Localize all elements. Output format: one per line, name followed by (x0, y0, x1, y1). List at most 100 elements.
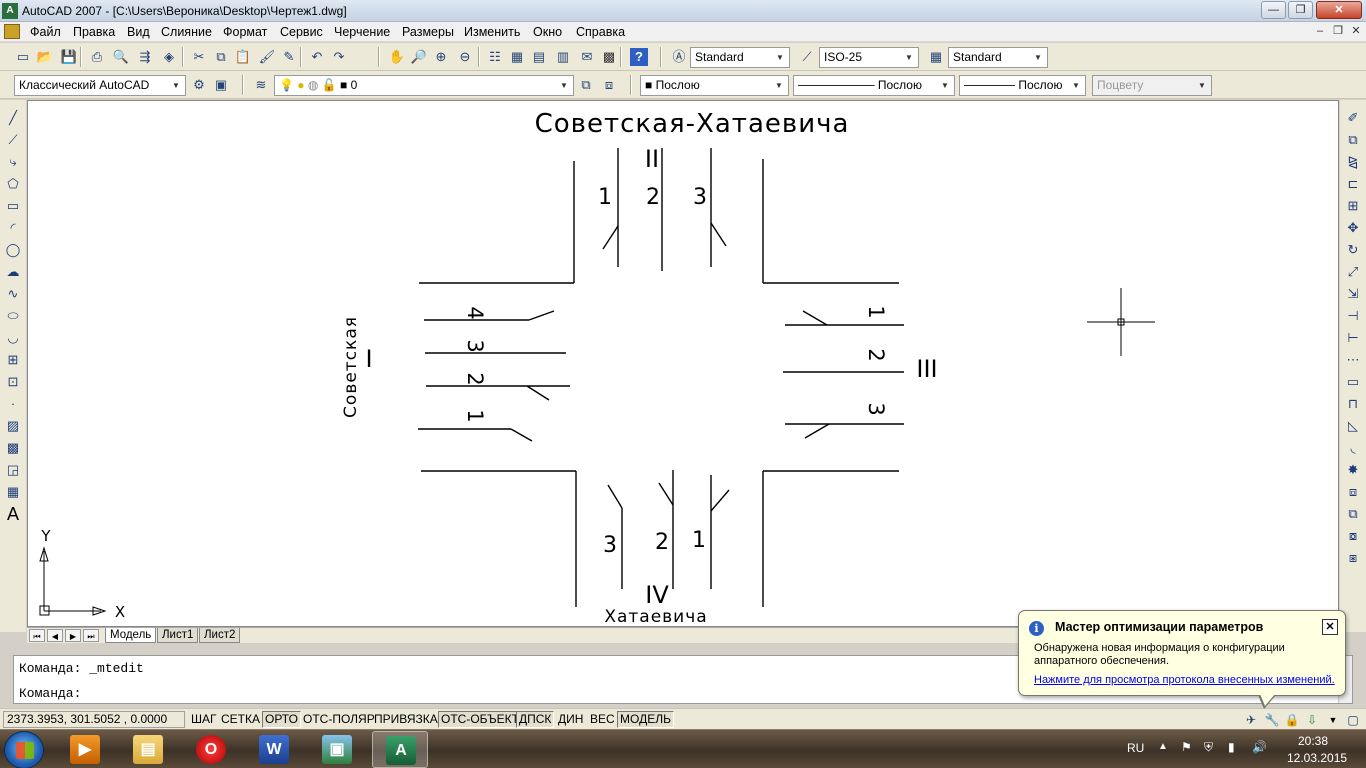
minimize-button[interactable]: — (1261, 1, 1286, 19)
rectangle-icon[interactable]: ▭ (3, 196, 23, 216)
3d-dwf-icon[interactable]: ◈ (160, 48, 178, 66)
status-toggle-5[interactable]: ОТС-ОБЪЕКТ (438, 711, 522, 728)
move-icon[interactable]: ✥ (1343, 218, 1363, 238)
mirror-icon[interactable]: ⧎ (1343, 152, 1363, 172)
tab-layout2[interactable]: Лист2 (199, 628, 241, 643)
break-at-point-icon[interactable]: ⋯ (1343, 350, 1363, 370)
properties-icon[interactable]: ☷ (486, 48, 504, 66)
table-style-select[interactable]: Standard ▼ (948, 47, 1048, 68)
revision-cloud-icon[interactable]: ☁ (3, 262, 23, 282)
doc-close-button[interactable]: ✕ (1348, 25, 1364, 39)
command-prompt[interactable]: Команда: (19, 686, 81, 701)
paste-icon[interactable]: 📋 (234, 48, 252, 66)
tab-model[interactable]: Модель (105, 628, 157, 643)
clean-screen-icon[interactable]: ▢ (1345, 712, 1361, 728)
insert-block-icon[interactable]: ⊞ (3, 350, 23, 370)
draw-order-icon[interactable]: ⧈ (1343, 482, 1363, 502)
status-toggle-7[interactable]: ДИН (555, 711, 586, 728)
doc-minimize-button[interactable]: – (1312, 25, 1328, 39)
coordinates-display[interactable]: 2373.3953, 301.5052 , 0.0000 (3, 711, 185, 728)
next-tab-button[interactable]: ▶ (65, 629, 81, 642)
table-style-icon[interactable]: ▦ (927, 48, 945, 66)
erase-icon[interactable]: ✐ (1343, 108, 1363, 128)
volume-icon[interactable]: 🔊 (1252, 740, 1267, 754)
construction-line-icon[interactable]: ⟋ (3, 130, 23, 150)
status-toggle-9[interactable]: МОДЕЛЬ (617, 711, 674, 728)
make-block-icon[interactable]: ⊡ (3, 372, 23, 392)
text-style-select[interactable]: Standard ▼ (690, 47, 790, 68)
redo-icon[interactable]: ↷ (330, 48, 348, 66)
taskbar-explorer[interactable]: ▤ (120, 731, 176, 768)
trim-icon[interactable]: ⊣ (1343, 306, 1363, 326)
last-tab-button[interactable]: ⏭ (83, 629, 99, 642)
workspace-settings-icon[interactable]: ⚙ (190, 76, 208, 94)
circle-icon[interactable]: ◯ (3, 240, 23, 260)
menu-format[interactable]: Формат (223, 25, 267, 39)
blockedit-icon[interactable]: ✎ (280, 48, 298, 66)
autocad-app-icon[interactable]: A (2, 3, 18, 19)
make-layer-current-icon[interactable]: ⧉ (577, 76, 595, 94)
taskbar-media-player[interactable]: ▶ (57, 731, 113, 768)
menu-file[interactable]: Файл (30, 25, 61, 39)
menu-tools[interactable]: Сервис (280, 25, 323, 39)
zoom-window-icon[interactable]: ⊕ (432, 48, 450, 66)
network-icon[interactable]: ▮ (1228, 740, 1235, 754)
bring-front-icon[interactable]: ⧉ (1343, 504, 1363, 524)
color-select[interactable]: ■ Послою ▼ (640, 75, 789, 96)
publish-icon[interactable]: ⇶ (136, 48, 154, 66)
update-icon[interactable]: ⇩ (1304, 712, 1320, 728)
mtext-icon[interactable]: A (3, 504, 23, 524)
doc-restore-button[interactable]: ❐ (1330, 25, 1346, 39)
balloon-link[interactable]: Нажмите для просмотра протокола внесенны… (1034, 674, 1335, 686)
language-indicator[interactable]: RU (1127, 741, 1144, 755)
copy-icon[interactable]: ⧉ (212, 48, 230, 66)
offset-icon[interactable]: ⊏ (1343, 174, 1363, 194)
workspace-select[interactable]: Классический AutoCAD ▼ (14, 75, 186, 96)
copy-object-icon[interactable]: ⧉ (1343, 130, 1363, 150)
restore-button[interactable]: ❐ (1288, 1, 1313, 19)
spline-icon[interactable]: ∿ (3, 284, 23, 304)
tab-layout1[interactable]: Лист1 (157, 628, 199, 643)
point-icon[interactable]: · (3, 394, 23, 414)
clock-date[interactable]: 12.03.2015 (1287, 751, 1347, 765)
dim-style-select[interactable]: ISO-25 ▼ (819, 47, 919, 68)
status-toggle-6[interactable]: ДПСК (516, 711, 555, 728)
array-icon[interactable]: ⊞ (1343, 196, 1363, 216)
menu-edit[interactable]: Правка (73, 25, 115, 39)
dim-style-icon[interactable]: ⟋ (798, 48, 816, 66)
stretch-icon[interactable]: ⇲ (1343, 284, 1363, 304)
status-toggle-2[interactable]: ОРТО (262, 711, 301, 728)
close-button[interactable]: ✕ (1316, 1, 1362, 19)
cut-icon[interactable]: ✂ (190, 48, 208, 66)
scale-icon[interactable]: ⤢ (1343, 262, 1363, 282)
fillet-icon[interactable]: ◟ (1343, 438, 1363, 458)
save-workspace-icon[interactable]: ▣ (212, 76, 230, 94)
arc-icon[interactable]: ◜ (3, 218, 23, 238)
markup-icon[interactable]: ✉ (578, 48, 596, 66)
print-icon[interactable]: ⎙ (88, 48, 106, 66)
menu-window[interactable]: Окно (533, 25, 562, 39)
sheetset-icon[interactable]: ▥ (554, 48, 572, 66)
matchprop-icon[interactable]: 🖌 (258, 48, 276, 66)
security-icon[interactable]: ⛨ (1204, 740, 1213, 755)
ellipse-arc-icon[interactable]: ◡ (3, 328, 23, 348)
polygon-icon[interactable]: ⬠ (3, 174, 23, 194)
layer-previous-icon[interactable]: ⧈ (600, 76, 618, 94)
status-toggle-3[interactable]: ОТС-ПОЛЯР (300, 711, 378, 728)
balloon-close-button[interactable]: ✕ (1322, 619, 1338, 635)
calculator-icon[interactable]: ▩ (600, 48, 618, 66)
prev-tab-button[interactable]: ◀ (47, 629, 63, 642)
linetype-select[interactable]: ───────── Послою ▼ (793, 75, 955, 96)
zoom-realtime-icon[interactable]: 🔎 (410, 48, 428, 66)
taskbar-autocad[interactable]: A (372, 731, 428, 768)
menu-dimension[interactable]: Размеры (402, 25, 454, 39)
taskbar-word[interactable]: W (246, 731, 302, 768)
status-toggle-1[interactable]: СЕТКА (218, 711, 263, 728)
undo-icon[interactable]: ↶ (308, 48, 326, 66)
menu-merge[interactable]: Слияние (161, 25, 212, 39)
rotate-icon[interactable]: ↻ (1343, 240, 1363, 260)
explode-icon[interactable]: ✸ (1343, 460, 1363, 480)
toolpalettes-icon[interactable]: ▤ (530, 48, 548, 66)
join-icon[interactable]: ⊓ (1343, 394, 1363, 414)
communication-center-icon[interactable]: ✈ (1243, 712, 1259, 728)
